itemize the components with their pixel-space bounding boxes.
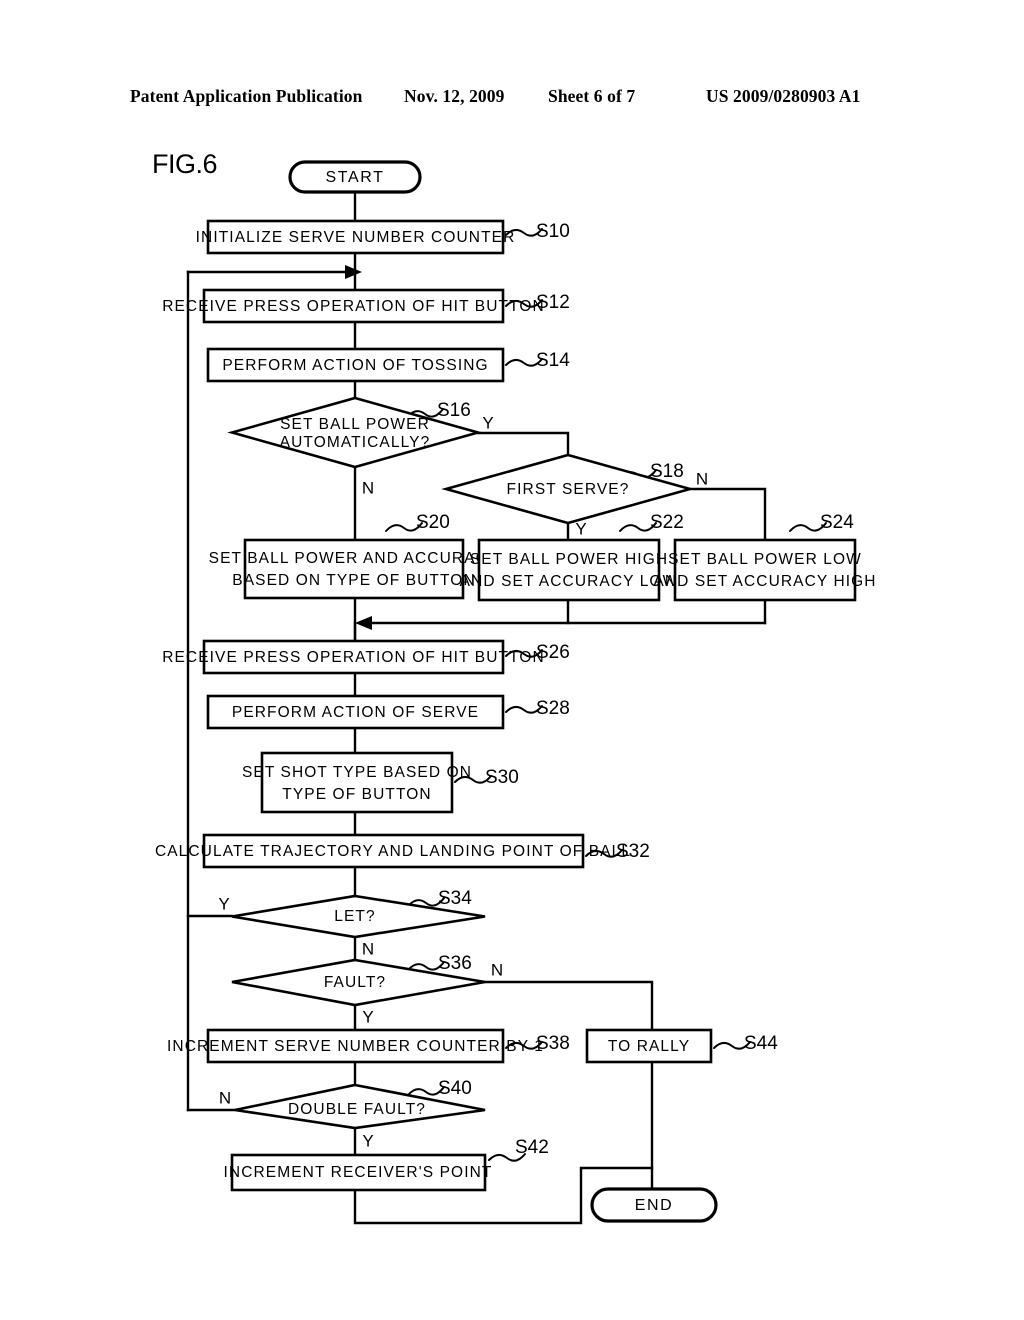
node-s28: PERFORM ACTION OF SERVE S28 <box>206 694 570 730</box>
s24-label-line1: SET BALL POWER LOW <box>668 551 862 568</box>
s40-label: DOUBLE FAULT? <box>288 1101 426 1118</box>
s44-label: TO RALLY <box>608 1038 690 1055</box>
s32-step: S32 <box>616 841 650 862</box>
s40-step: S40 <box>438 1078 472 1099</box>
s44-step: S44 <box>744 1033 778 1054</box>
s20-label-line1: SET BALL POWER AND ACCURACY <box>209 550 500 567</box>
s24-step: S24 <box>820 512 854 533</box>
s30-step: S30 <box>485 767 519 788</box>
s16-branch-no: N <box>362 478 374 497</box>
s34-branch-no: N <box>362 939 374 958</box>
s18-branch-yes: Y <box>575 519 586 538</box>
s42-step: S42 <box>515 1137 549 1158</box>
s26-label: RECEIVE PRESS OPERATION OF HIT BUTTON <box>162 649 545 666</box>
s34-step: S34 <box>438 888 472 909</box>
s22-step: S22 <box>650 512 684 533</box>
node-s10: INITIALIZE SERVE NUMBER COUNTER S10 <box>196 219 570 255</box>
end-label: END <box>635 1197 674 1214</box>
s24-label-line2: AND SET ACCURACY HIGH <box>653 573 876 590</box>
s18-step: S18 <box>650 461 684 482</box>
s16-label-line2: AUTOMATICALLY? <box>280 434 431 451</box>
s20-step: S20 <box>416 512 450 533</box>
s10-label: INITIALIZE SERVE NUMBER COUNTER <box>196 229 516 246</box>
s26-step: S26 <box>536 642 570 663</box>
patent-figure-page: Patent Application Publication Nov. 12, … <box>0 0 1024 1320</box>
s40-branch-yes: Y <box>362 1131 373 1150</box>
s38-label: INCREMENT SERVE NUMBER COUNTER BY 1 <box>167 1038 544 1055</box>
s28-step: S28 <box>536 698 570 719</box>
s36-label: FAULT? <box>324 974 386 991</box>
s16-branch-yes: Y <box>482 413 493 432</box>
node-s42: INCREMENT RECEIVER'S POINT S42 <box>224 1137 549 1192</box>
flowchart-svg: START INITIALIZE SERVE NUMBER COUNTER S1… <box>155 160 876 1225</box>
s36-branch-yes: Y <box>362 1007 373 1026</box>
s38-step: S38 <box>536 1033 570 1054</box>
node-s22: SET BALL POWER HIGH AND SET ACCURACY LOW… <box>460 512 684 602</box>
s10-step: S10 <box>536 221 570 242</box>
s20-label-line2: BASED ON TYPE OF BUTTON <box>232 572 476 589</box>
s34-branch-yes: Y <box>218 894 229 913</box>
node-s12: RECEIVE PRESS OPERATION OF HIT BUTTON S1… <box>162 288 570 324</box>
s16-label-line1: SET BALL POWER <box>280 416 430 433</box>
node-s26: RECEIVE PRESS OPERATION OF HIT BUTTON S2… <box>162 639 570 675</box>
s36-branch-no: N <box>491 960 503 979</box>
node-s38: INCREMENT SERVE NUMBER COUNTER BY 1 S38 <box>167 1028 570 1064</box>
node-s40: DOUBLE FAULT? S40 N Y <box>219 1078 486 1150</box>
s22-label-line1: SET BALL POWER HIGH <box>470 551 668 568</box>
node-s36: FAULT? S36 N Y <box>231 953 503 1026</box>
node-s16: SET BALL POWER AUTOMATICALLY? S16 Y N <box>227 396 494 497</box>
s40-branch-no: N <box>219 1088 231 1107</box>
node-s34: LET? S34 Y N <box>218 888 486 958</box>
s12-label: RECEIVE PRESS OPERATION OF HIT BUTTON <box>162 298 545 315</box>
s14-label: PERFORM ACTION OF TOSSING <box>222 357 488 374</box>
s32-label: CALCULATE TRAJECTORY AND LANDING POINT O… <box>155 843 631 860</box>
s30-label-line1: SET SHOT TYPE BASED ON <box>242 764 472 781</box>
start-label: START <box>326 169 385 186</box>
s16-step: S16 <box>437 400 471 421</box>
s18-branch-no: N <box>696 469 708 488</box>
s34-label: LET? <box>334 908 375 925</box>
s14-step: S14 <box>536 350 570 371</box>
s42-label: INCREMENT RECEIVER'S POINT <box>224 1164 493 1181</box>
node-start: START <box>288 160 422 194</box>
node-s32: CALCULATE TRAJECTORY AND LANDING POINT O… <box>155 833 650 869</box>
node-end: END <box>590 1187 718 1223</box>
node-s14: PERFORM ACTION OF TOSSING S14 <box>206 347 570 383</box>
node-s44: TO RALLY S44 <box>585 1028 778 1064</box>
s22-label-line2: AND SET ACCURACY LOW <box>460 573 679 590</box>
s28-label: PERFORM ACTION OF SERVE <box>232 704 479 721</box>
s12-step: S12 <box>536 292 570 313</box>
s18-label: FIRST SERVE? <box>507 481 630 498</box>
s36-step: S36 <box>438 953 472 974</box>
s30-label-line2: TYPE OF BUTTON <box>282 786 431 803</box>
